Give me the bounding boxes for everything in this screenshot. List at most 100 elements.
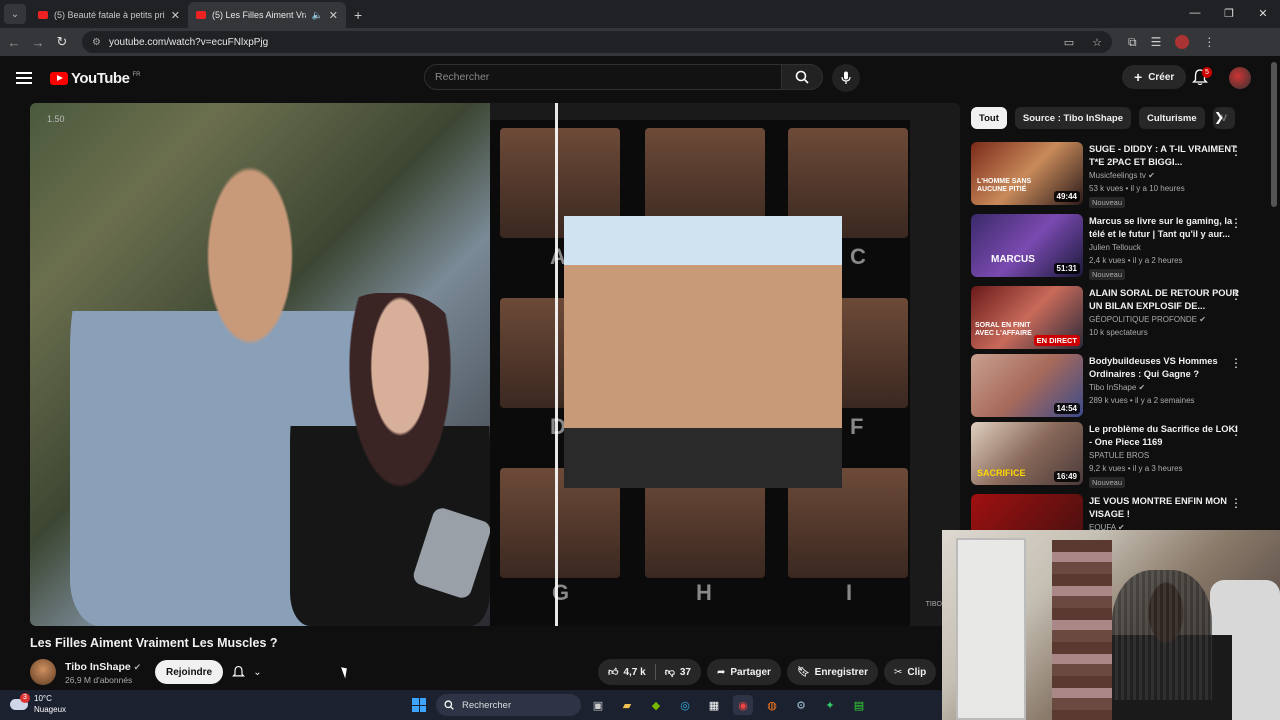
reading-list-icon[interactable]: ☰ [1151, 35, 1162, 50]
cast-icon[interactable]: ▭ [1064, 36, 1074, 49]
channel-text[interactable]: Musicfeelings tv [1089, 171, 1146, 180]
recommendation-title[interactable]: SUGE - DIDDY : A T-IL VRAIMENT T*E 2PAC … [1089, 143, 1241, 168]
close-tab-icon[interactable]: ✕ [171, 9, 180, 22]
maximize-icon[interactable]: ❐ [1212, 0, 1246, 26]
more-options-icon[interactable]: ⋮ [1230, 288, 1242, 302]
save-button[interactable]: 🔖︎ Enregistrer [786, 659, 879, 685]
firefox-icon[interactable]: ◍ [762, 695, 782, 715]
taskbar-search[interactable]: Rechercher [436, 694, 581, 716]
profile-avatar[interactable] [1175, 34, 1190, 49]
recommendation-item[interactable]: SACRIFICE 16:49 Le problème du Sacrifice… [971, 422, 1261, 488]
chrome-icon[interactable]: ◉ [733, 695, 753, 715]
create-button[interactable]: + Créer [1122, 65, 1187, 89]
steam-icon[interactable]: ⚙ [791, 695, 811, 715]
recommendation-item[interactable]: L'HOMME SANS AUCUNE PITIÉ 49:44 SUGE - D… [971, 142, 1261, 208]
dislike-button[interactable]: 👎︎ 37 [665, 666, 691, 679]
more-options-icon[interactable]: ⋮ [1230, 424, 1242, 438]
like-dislike-group: 👍︎ 4,7 k 👎︎ 37 [598, 659, 701, 685]
extensions-icon[interactable]: ⧉ [1128, 35, 1137, 50]
more-options-icon[interactable]: ⋮ [1230, 216, 1242, 230]
share-button[interactable]: ➦ Partager [706, 659, 781, 685]
like-button[interactable]: 👍︎ 4,7 k [608, 666, 646, 679]
recommendation-channel[interactable]: Julien Tellouck [1089, 243, 1141, 252]
weather-widget[interactable]: 3 10°C Nuageux [10, 692, 66, 715]
clip-button[interactable]: ✂ Clip [884, 659, 937, 685]
recommendation-item[interactable]: MARCUS 51:31 Marcus se livre sur le gami… [971, 214, 1261, 280]
video-thumbnail[interactable]: SACRIFICE 16:49 [971, 422, 1083, 485]
recommendation-channel[interactable]: Tibo InShape ✔ [1089, 383, 1145, 392]
bookmark-star-icon[interactable]: ☆ [1092, 36, 1102, 49]
video-thumbnail[interactable]: 14:54 [971, 354, 1083, 417]
thumbnail-overlay-text: SACRIFICE [977, 468, 1026, 478]
tab-search-button[interactable]: ⌄ [4, 4, 26, 24]
country-code: FR [132, 71, 141, 78]
speaker-icon[interactable]: 🔈 [312, 10, 323, 21]
windows-start-icon[interactable] [412, 698, 426, 712]
menu-icon[interactable] [16, 72, 32, 84]
new-tab-button[interactable]: + [354, 7, 362, 23]
video-thumbnail[interactable]: SORAL EN FINIT AVEC L'AFFAIRE EN DIRECT [971, 286, 1083, 349]
browser-menu-icon[interactable]: ⋮ [1203, 35, 1215, 50]
recommendation-title[interactable]: Le problème du Sacrifice de LOKI - One P… [1089, 423, 1241, 448]
chip-all[interactable]: Tout [971, 107, 1007, 129]
chevron-right-icon[interactable]: ❯ [1214, 110, 1224, 124]
microphone-icon [841, 71, 851, 84]
voice-search-button[interactable] [832, 64, 860, 92]
channel-name[interactable]: Tibo InShape ✔ [65, 661, 141, 673]
search-input[interactable]: Rechercher [424, 64, 782, 90]
channel-avatar[interactable] [30, 659, 56, 685]
app-icon-green[interactable]: ✦ [820, 695, 840, 715]
more-options-icon[interactable]: ⋮ [1230, 496, 1242, 510]
browser-tab-2[interactable]: (5) Les Filles Aiment Vraime 🔈 ✕ [188, 2, 346, 28]
more-options-icon[interactable]: ⋮ [1230, 356, 1242, 370]
nvidia-icon[interactable]: ◆ [646, 695, 666, 715]
url-text[interactable]: youtube.com/watch?v=ecuFNlxpPjg [109, 37, 1056, 48]
minimize-icon[interactable]: — [1178, 0, 1212, 26]
recommendation-channel[interactable]: SPATULE BROS [1089, 451, 1149, 460]
divider [654, 664, 656, 680]
recommendation-title[interactable]: Bodybuildeuses VS Hommes Ordinaires : Qu… [1089, 355, 1241, 380]
video-thumbnail[interactable]: MARCUS 51:31 [971, 214, 1083, 277]
close-window-icon[interactable]: ✕ [1246, 0, 1280, 26]
weather-badge: 3 [20, 692, 30, 703]
youtube-logo[interactable]: YouTube FR [50, 70, 140, 87]
recommendation-title[interactable]: ALAIN SORAL DE RETOUR POUR UN BILAN EXPL… [1089, 287, 1241, 312]
filter-chips: Tout Source : Tibo InShape Culturisme V [971, 107, 1235, 129]
site-info-icon[interactable]: ⚙ [92, 37, 101, 48]
store-icon[interactable]: ▦ [704, 695, 724, 715]
channel-text[interactable]: Tibo InShape [1089, 383, 1136, 392]
reload-icon[interactable]: ↻ [50, 34, 74, 50]
recommendation-channel[interactable]: GÉOPOLITIQUE PROFONDE ✔ [1089, 315, 1206, 324]
video-player[interactable]: A C D F G H I 1.50 TIBO [30, 103, 960, 626]
clip-label: Clip [907, 666, 927, 678]
task-view-icon[interactable]: ▣ [588, 695, 608, 715]
mouse-cursor [341, 665, 350, 679]
more-options-icon[interactable]: ⋮ [1230, 144, 1242, 158]
chip-source[interactable]: Source : Tibo InShape [1014, 107, 1131, 129]
tab-label: (5) Beauté fatale à petits prix | [54, 10, 165, 20]
recommendation-item[interactable]: SORAL EN FINIT AVEC L'AFFAIRE EN DIRECT … [971, 286, 1261, 350]
recommendation-channel[interactable]: Musicfeelings tv ✔ [1089, 171, 1155, 180]
back-icon[interactable]: ← [2, 35, 26, 50]
recommendation-item[interactable]: 14:54 Bodybuildeuses VS Hommes Ordinaire… [971, 354, 1261, 418]
search-button[interactable] [781, 64, 823, 90]
close-tab-icon[interactable]: ✕ [329, 9, 338, 22]
recommendation-title[interactable]: Marcus se livre sur le gaming, la télé e… [1089, 215, 1241, 240]
browser-tab-1[interactable]: (5) Beauté fatale à petits prix | ✕ [30, 2, 188, 28]
account-avatar[interactable] [1229, 67, 1251, 89]
chip-culturisme[interactable]: Culturisme [1139, 107, 1205, 129]
channel-name-text[interactable]: Tibo InShape [65, 661, 131, 673]
android-icon[interactable]: ▤ [849, 695, 869, 715]
recommendation-title[interactable]: JE VOUS MONTRE ENFIN MON VISAGE ! [1089, 495, 1241, 520]
video-thumbnail[interactable]: L'HOMME SANS AUCUNE PITIÉ 49:44 [971, 142, 1083, 205]
forward-icon[interactable]: → [26, 35, 50, 50]
file-explorer-icon[interactable]: ▰ [617, 695, 637, 715]
video-center-image [564, 216, 842, 488]
share-icon: ➦ [716, 666, 726, 678]
channel-text[interactable]: GÉOPOLITIQUE PROFONDE [1089, 315, 1197, 324]
join-button[interactable]: Rejoindre [155, 660, 224, 684]
page-scrollbar[interactable] [1271, 62, 1277, 207]
omnibox[interactable]: ⚙ youtube.com/watch?v=ecuFNlxpPjg ▭ ☆ [82, 31, 1112, 53]
subscription-notify-button[interactable]: ⌄ [222, 660, 272, 684]
edge-icon[interactable]: ◎ [675, 695, 695, 715]
